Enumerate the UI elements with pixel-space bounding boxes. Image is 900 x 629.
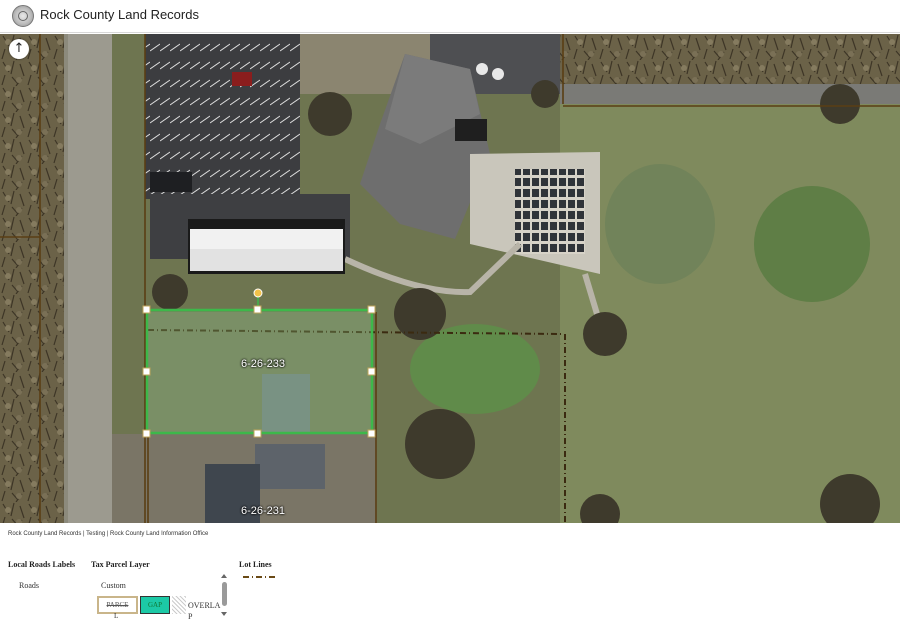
legend-lot-line-symbol [243,574,277,580]
parcel-label: 6-26-231 [241,505,285,517]
legend-label-overlap: OVERLA [188,601,220,610]
app-title: Rock County Land Records [40,7,199,22]
north-arrow-icon[interactable]: ↑ [9,39,29,59]
legend-title-local-roads: Local Roads Labels [8,560,75,569]
scroll-thumb[interactable] [222,582,227,606]
map-view[interactable]: 6-26-233 6-26-231 [0,34,900,523]
legend-swatch-parcel-wrap: L [114,612,118,620]
county-seal-logo [12,5,34,27]
map-attribution: Rock County Land Records | Testing | Roc… [8,531,208,537]
legend-item-custom: Custom [101,581,126,590]
app-header: Rock County Land Records [0,0,900,33]
legend-swatch-gap: GAP [140,596,170,614]
legend-swatch-overlap [172,596,186,614]
legend-label-overlap-wrap: P [188,612,192,621]
parcel-label-selected: 6-26-233 [241,358,285,370]
aerial-imagery [0,34,900,523]
legend-title-tax-parcel: Tax Parcel Layer [91,560,150,569]
legend-title-lot-lines: Lot Lines [239,560,272,569]
legend-scrollbar[interactable] [221,572,228,617]
map-legend: Local Roads Labels Roads Tax Parcel Laye… [0,552,900,629]
scroll-down-icon[interactable] [221,612,227,616]
scroll-up-icon[interactable] [221,574,227,578]
legend-item-roads: Roads [19,581,39,590]
